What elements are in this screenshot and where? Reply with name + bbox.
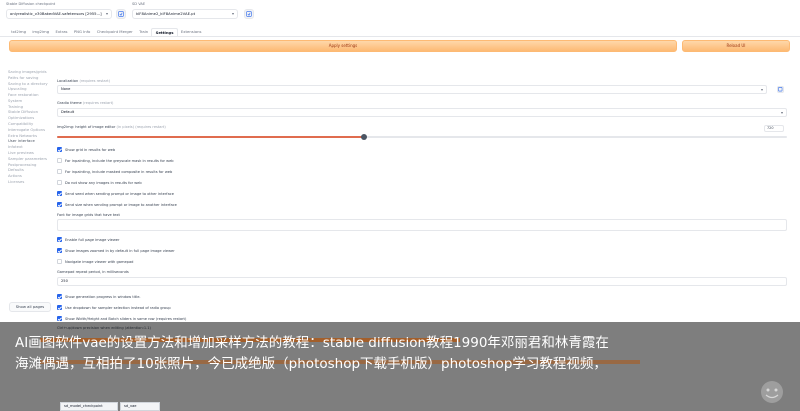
sidebar-item-paths[interactable]: Paths for saving — [8, 75, 52, 81]
sidebar-item-compatibility[interactable]: Compatibility — [8, 121, 52, 127]
sidebar-item-licenses[interactable]: Licenses — [8, 179, 52, 185]
quicksettings-dropdown-vae[interactable]: sd_vae — [120, 402, 160, 411]
refresh-localization-button[interactable] — [777, 86, 784, 93]
checkbox-box[interactable] — [57, 259, 62, 264]
apply-settings-button[interactable]: Apply settings — [9, 40, 677, 52]
theme-label: Gradio theme (requires restart) — [57, 101, 114, 105]
localization-value: None — [61, 87, 71, 91]
checkbox-box[interactable] — [57, 158, 62, 163]
checkbox-send-size[interactable]: Send size when sending prompt or image t… — [57, 202, 177, 207]
checkbox-box[interactable] — [57, 169, 62, 174]
font-label: Font for image grids that have text — [57, 213, 120, 217]
refresh-icon — [778, 87, 783, 92]
chevron-down-icon: ▾ — [105, 11, 108, 16]
checkpoint-dropdown[interactable]: onlyrealistic_v30BakedVAE.safetensors [2… — [6, 9, 112, 19]
checkbox-box[interactable] — [57, 180, 62, 185]
tab-train[interactable]: Train — [136, 28, 152, 36]
sidebar-item-system[interactable]: System — [8, 98, 52, 104]
checkbox-box[interactable] — [57, 147, 62, 152]
font-input[interactable] — [57, 219, 787, 231]
tab-extras[interactable]: Extras — [52, 28, 70, 36]
refresh-checkpoint-button[interactable] — [116, 9, 126, 19]
checkbox-show-grid[interactable]: Show grid in results for web — [57, 147, 115, 152]
localization-label: Localization (requires restart) — [57, 79, 111, 83]
checkbox-box[interactable] — [57, 294, 62, 299]
height-label: img2img: height of image editor (in pixe… — [57, 125, 166, 129]
refresh-icon — [118, 11, 124, 17]
checkbox-inpaint-composite[interactable]: For inpainting, include masked composite… — [57, 169, 172, 174]
show-all-pages-button[interactable]: Show all pages — [9, 302, 51, 312]
sidebar-item-sampler-parameters[interactable]: Sampler parameters — [8, 156, 52, 162]
settings-sidebar: Saving images/grids Paths for saving Sav… — [8, 69, 52, 186]
checkbox-progress-title[interactable]: Show generation progress in window title… — [57, 294, 141, 299]
caption-text: AI画图软件vae的设置方法和增加采样方法的教程：stable diffusio… — [15, 335, 609, 372]
checkbox-inpaint-mask[interactable]: For inpainting, include the greyscale ma… — [57, 158, 174, 163]
checkbox-full-page-viewer[interactable]: Enable full page image viewer — [57, 237, 119, 242]
refresh-vae-button[interactable] — [244, 9, 254, 19]
sidebar-item-actions[interactable]: Actions — [8, 173, 52, 179]
localization-dropdown[interactable]: None ▾ — [57, 85, 767, 94]
main-tabs: txt2img img2img Extras PNG Info Checkpoi… — [8, 28, 205, 36]
checkbox-sampler-dropdown[interactable]: Use dropdown for sampler selection inste… — [57, 305, 171, 310]
height-number-input[interactable]: 720 — [764, 125, 784, 132]
sidebar-item-live-previews[interactable]: Live previews — [8, 150, 52, 156]
theme-value: Default — [61, 110, 75, 114]
checkbox-box[interactable] — [57, 305, 62, 310]
vae-label: SD VAE — [132, 2, 146, 6]
top-bar: Stable Diffusion checkpoint onlyrealisti… — [0, 0, 800, 24]
height-slider-fill — [57, 136, 364, 138]
tab-extensions[interactable]: Extensions — [178, 28, 205, 36]
checkbox-width-height-row[interactable]: Show Width/Height and Batch sliders in s… — [57, 316, 186, 321]
checkbox-box[interactable] — [57, 191, 62, 196]
chevron-down-icon: ▾ — [231, 11, 234, 16]
watermark-logo-icon — [761, 381, 783, 403]
checkbox-box[interactable] — [57, 202, 62, 207]
tab-divider — [0, 36, 800, 37]
vae-value: klF8Anime2_klF8Anime2VAE.pt — [136, 11, 196, 16]
tab-txt2img[interactable]: txt2img — [8, 28, 29, 36]
checkpoint-value: onlyrealistic_v30BakedVAE.safetensors [2… — [10, 11, 102, 16]
checkbox-hide-images[interactable]: Do not show any images in results for we… — [57, 180, 142, 185]
height-slider-thumb[interactable] — [360, 134, 367, 140]
checkbox-gamepad-viewer[interactable]: Navigate image viewer with gamepad — [57, 259, 133, 264]
sidebar-item-saving-images[interactable]: Saving images/grids — [8, 69, 52, 75]
gamepad-label: Gamepad repeat period, in milliseconds — [57, 270, 129, 274]
sidebar-item-interrogate[interactable]: Interrogate Options — [8, 127, 52, 133]
height-slider-track[interactable] — [57, 134, 787, 140]
chevron-down-icon: ▾ — [780, 110, 783, 115]
quicksettings-dropdown-checkpoint[interactable]: sd_model_checkpoint — [60, 402, 118, 411]
vae-dropdown[interactable]: klF8Anime2_klF8Anime2VAE.pt ▾ — [132, 9, 238, 19]
chevron-down-icon: ▾ — [760, 87, 763, 92]
checkbox-send-seed[interactable]: Send seed when sending prompt or image t… — [57, 191, 174, 196]
checkbox-zoomed-viewer[interactable]: Show images zoomed in by default in full… — [57, 248, 175, 253]
gamepad-input[interactable]: 250 — [57, 277, 787, 286]
tab-checkpoint-merger[interactable]: Checkpoint Merger — [94, 28, 136, 36]
tab-png-info[interactable]: PNG Info — [71, 28, 94, 36]
checkbox-box[interactable] — [57, 237, 62, 242]
tab-settings[interactable]: Settings — [151, 28, 178, 36]
reload-ui-button[interactable]: Reload UI — [682, 40, 790, 52]
checkbox-box[interactable] — [57, 248, 62, 253]
tab-img2img[interactable]: img2img — [29, 28, 52, 36]
checkpoint-label: Stable Diffusion checkpoint — [6, 2, 56, 6]
theme-dropdown[interactable]: Default ▾ — [57, 108, 787, 117]
checkbox-box[interactable] — [57, 316, 62, 321]
refresh-icon — [246, 11, 252, 17]
gamepad-value: 250 — [61, 279, 68, 283]
